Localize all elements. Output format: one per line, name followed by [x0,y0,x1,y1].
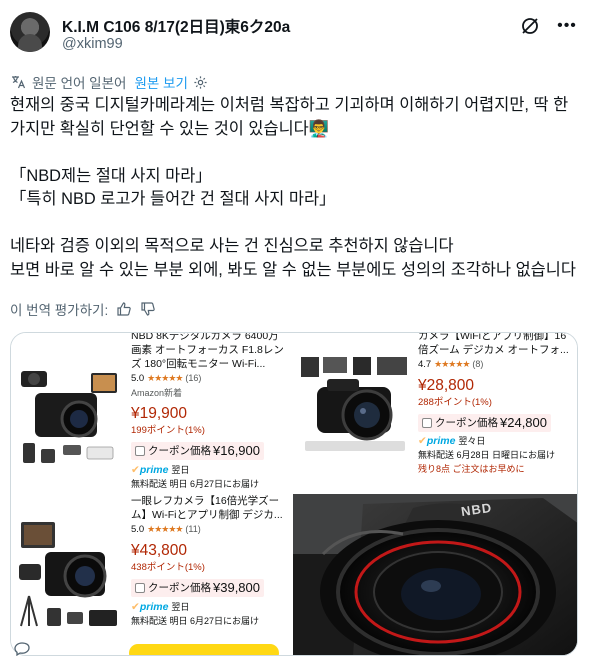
prime-delivery-day: 翌日 [171,465,190,475]
prime-delivery-day: 翌日 [171,602,190,612]
product-details: NBD 8Kデジタルカメラ 6400万画素 オートフォーカス F1.8レンズ 1… [131,333,287,491]
prime-badge: ✔prime [418,435,456,447]
display-name[interactable]: K.I.M C106 8/17(2日目)東6ク20a [62,15,290,37]
review-count[interactable]: (16) [185,373,201,383]
camera-product-image [297,353,415,461]
grok-icon[interactable] [520,16,540,36]
product-title[interactable]: カメラ【WiFiとアプリ制御】16倍ズーム デジカメ オートフォ... [418,333,576,357]
camera-closeup-photo[interactable]: NBD [293,494,577,655]
post-text: 현재의 중국 디지털카메라계는 이처럼 복잡하고 기괴하며 이해하기 어렵지만,… [10,96,576,279]
coupon-label: クーポン価格 [435,417,498,429]
translate-icon [12,76,26,89]
thumbs-up-icon[interactable] [116,301,132,317]
review-count[interactable]: (8) [472,359,483,369]
more-icon[interactable]: ••• [556,16,578,36]
star-rating: ★★★★★ [147,373,183,383]
product-price: ¥43,800 [131,542,188,559]
translation-row: 원문 언어 일본어 원본 보기 [10,72,208,92]
stock-warning: 残り8点 ご注文はお早めに [418,464,525,474]
avatar[interactable] [10,12,50,52]
review-count[interactable]: (11) [185,524,200,534]
user-handle[interactable]: @xkim99 [62,36,123,52]
camera-product-image [15,353,121,471]
camera-product-image [15,516,125,636]
reply-icon[interactable] [14,642,30,656]
product-details: カメラ【WiFiとアプリ制御】16倍ズーム デジカメ オートフォ... 4.7 … [418,333,576,476]
new-arrival-badge: Amazon新着 [131,388,183,398]
star-rating: ★★★★★ [147,524,183,534]
product-price: ¥19,900 [131,405,188,422]
add-to-cart-button[interactable] [129,644,279,655]
gear-icon[interactable] [193,75,208,90]
coupon-row[interactable]: クーポン価格 ¥16,900 [131,442,264,460]
rate-translation-label: 이 번역 평가하기: [10,303,109,318]
delivery-info: 無料配送 明日 6月27日にお届け [131,616,260,626]
product-title[interactable]: 一眼レフカメラ【16倍光学ズーム】Wi-Fiとアプリ制御 デジカ... [131,494,289,522]
product-price: ¥28,800 [418,377,475,394]
product-points: 199ポイント(1%) [131,425,205,436]
product-details: 一眼レフカメラ【16倍光学ズーム】Wi-Fiとアプリ制御 デジカ... 5.0 … [131,494,289,628]
coupon-row[interactable]: クーポン価格 ¥39,800 [131,579,264,597]
product-points: 288ポイント(1%) [418,397,492,408]
prime-badge: ✔prime [131,464,169,476]
nbd-camera-photo [293,494,577,655]
coupon-row[interactable]: クーポン価格 ¥24,800 [418,414,551,432]
coupon-checkbox[interactable] [135,446,145,456]
coupon-price: ¥16,900 [213,443,260,458]
product-points: 438ポイント(1%) [131,562,205,573]
rating-value: 5.0 [131,373,145,384]
coupon-label: クーポン価格 [148,445,211,457]
coupon-checkbox[interactable] [422,418,432,428]
delivery-info: 無料配送 明日 6月27日にお届け [131,479,260,489]
star-rating: ★★★★★ [434,359,470,369]
delivery-info: 無料配送 6月28日 日曜日にお届け [418,450,556,460]
coupon-checkbox[interactable] [135,583,145,593]
thumbs-down-icon[interactable] [140,301,156,317]
product-card-3[interactable]: 一眼レフカメラ【16倍光学ズーム】Wi-Fiとアプリ制御 デジカ... 5.0 … [11,494,291,655]
rating-value: 5.0 [131,524,145,535]
translation-label: 원문 언어 일본어 [32,76,127,91]
product-title[interactable]: NBD 8Kデジタルカメラ 6400万画素 オートフォーカス F1.8レンズ 1… [131,333,287,371]
show-original-link[interactable]: 원본 보기 [134,72,187,92]
media-grid[interactable]: NBD 8Kデジタルカメラ 6400万画素 オートフォーカス F1.8レンズ 1… [10,332,578,656]
prime-badge: ✔prime [131,601,169,613]
coupon-price: ¥39,800 [213,580,260,595]
rate-translation-row: 이 번역 평가하기: [10,299,156,319]
coupon-price: ¥24,800 [500,415,547,430]
post-header: K.I.M C106 8/17(2日目)東6ク20a @xkim99 ••• [10,12,578,56]
coupon-label: クーポン価格 [148,582,211,594]
product-card-2[interactable]: カメラ【WiFiとアプリ制御】16倍ズーム デジカメ オートフォ... 4.7 … [293,333,577,492]
prime-delivery-day: 翌々日 [458,436,486,446]
rating-value: 4.7 [418,359,432,370]
product-card-1[interactable]: NBD 8Kデジタルカメラ 6400万画素 オートフォーカス F1.8レンズ 1… [11,333,291,492]
